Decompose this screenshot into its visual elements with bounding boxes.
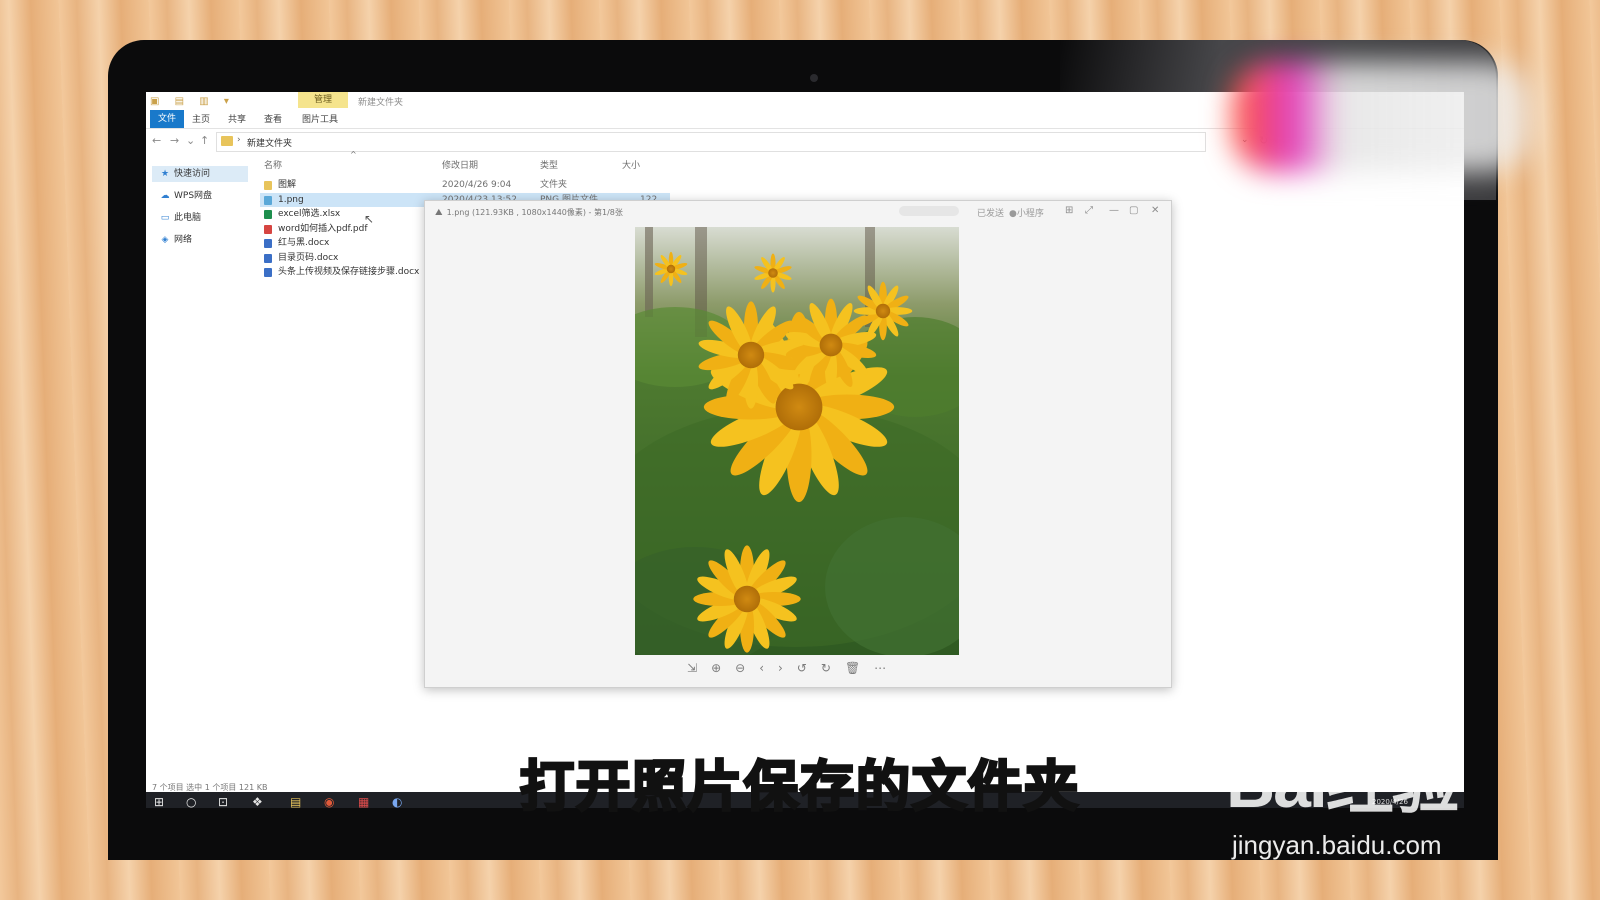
- tab-manage[interactable]: 管理: [298, 92, 348, 108]
- next-icon[interactable]: ›: [778, 661, 797, 675]
- photo-viewer-window: ⛰ 1.png (121.93KB , 1080x1440像素) - 第1/8张 …: [424, 200, 1172, 688]
- file-icon: [264, 268, 272, 277]
- file-row[interactable]: 图解 2020/4/26 9:04 文件夹: [260, 178, 670, 192]
- flower-center: [768, 268, 778, 278]
- computer-icon: ▭: [160, 213, 170, 223]
- tab-picture-tools[interactable]: 图片工具: [302, 112, 338, 125]
- zoom-out-icon[interactable]: ⊖: [735, 661, 759, 675]
- viewer-toolbar: ⇲⊕⊖‹›↺↻🗑⋯: [687, 661, 900, 675]
- file-icon: [264, 210, 272, 219]
- sidebar-item-label: 快速访问: [174, 169, 211, 179]
- network-icon: ◈: [161, 235, 169, 245]
- sidebar-item-quick-access[interactable]: ★ 快速访问: [152, 166, 248, 182]
- column-header-type[interactable]: 类型: [540, 158, 558, 171]
- file-type: 文件夹: [540, 180, 568, 190]
- rotate-left-icon[interactable]: ↺: [797, 661, 821, 675]
- back-icon[interactable]: ←: [152, 134, 161, 147]
- file-icon: [264, 181, 272, 190]
- breadcrumb[interactable]: 新建文件夹: [247, 136, 292, 149]
- cloud-icon: ☁: [160, 191, 170, 201]
- file-icon: [264, 224, 272, 234]
- file-name: 头条上传视频及保存链接步骤.docx: [278, 267, 420, 277]
- file-name: word如何插入pdf.pdf: [278, 223, 368, 234]
- viewer-title-text: 1.png (121.93KB , 1080x1440像素) - 第1/8张: [446, 208, 623, 217]
- address-bar[interactable]: › 新建文件夹 ⌄ ↻: [216, 132, 1268, 152]
- previous-icon[interactable]: ‹: [759, 661, 778, 675]
- actual-size-icon[interactable]: ⇲: [687, 661, 711, 675]
- viewer-search-pill[interactable]: [899, 206, 959, 216]
- webcam: [810, 74, 818, 82]
- column-header-name[interactable]: 名称: [264, 158, 282, 171]
- flower-photo: [635, 227, 959, 655]
- image-icon: ⛰: [435, 208, 443, 218]
- folder-icon: [221, 136, 233, 146]
- star-icon: ★: [160, 169, 170, 179]
- recent-dropdown-icon[interactable]: ⌄: [186, 134, 195, 147]
- column-header-date[interactable]: 修改日期: [442, 158, 478, 171]
- file-icon: [264, 195, 272, 205]
- watermark-url: jingyan.baidu.com: [1232, 830, 1442, 860]
- laptop-screen: ▣ ▤ ▥ ▾ 管理 新建文件夹 文件 主页 共享 查看 图片工具 ← → ⌄ …: [146, 92, 1464, 808]
- grid-icon[interactable]: ⊞: [1065, 205, 1073, 216]
- navigation-pane: ★ 快速访问 ☁ WPS网盘 ▭ 此电脑 ◈ 网络: [146, 158, 250, 778]
- sidebar-item-this-pc[interactable]: ▭ 此电脑: [152, 210, 248, 226]
- zoom-in-icon[interactable]: ⊕: [711, 661, 735, 675]
- file-icon: [264, 239, 272, 248]
- column-header-size[interactable]: 大小: [622, 158, 640, 171]
- viewer-mini-program-text: 小程序: [1016, 209, 1044, 219]
- forward-icon[interactable]: →: [170, 134, 179, 147]
- up-icon[interactable]: ↑: [200, 134, 209, 147]
- tab-share[interactable]: 共享: [228, 112, 246, 125]
- sidebar-item-network[interactable]: ◈ 网络: [152, 232, 248, 248]
- flower-center: [819, 333, 843, 357]
- file-date: 2020/4/26 9:04: [442, 180, 512, 190]
- flower-center: [737, 341, 765, 369]
- flower-center: [666, 264, 676, 274]
- more-icon[interactable]: ⋯: [874, 661, 900, 675]
- file-icon: [264, 253, 272, 263]
- file-name: 红与黑.docx: [278, 238, 330, 248]
- quick-access-icons[interactable]: ▣ ▤ ▥ ▾: [150, 96, 235, 107]
- viewer-sent-label[interactable]: 已发送: [977, 206, 1004, 219]
- flower-center: [775, 383, 823, 431]
- sidebar-item-wps-drive[interactable]: ☁ WPS网盘: [152, 188, 248, 204]
- viewer-title: ⛰ 1.png (121.93KB , 1080x1440像素) - 第1/8张: [435, 207, 623, 218]
- sort-arrow-icon: ^: [350, 150, 357, 159]
- flower-center: [733, 585, 761, 613]
- blurred-logo: [1232, 62, 1532, 172]
- breadcrumb-chevron-icon: ›: [237, 135, 241, 145]
- mouse-cursor-icon: ↖: [364, 212, 375, 226]
- file-name: excel筛选.xlsx: [278, 209, 341, 219]
- baidu-jingyan-watermark: Bai经验: [1226, 746, 1460, 822]
- minimize-button[interactable]: —: [1109, 205, 1119, 216]
- fullscreen-icon[interactable]: ⤢: [1085, 205, 1093, 216]
- rotate-right-icon[interactable]: ↻: [821, 661, 845, 675]
- tab-home[interactable]: 主页: [192, 112, 210, 125]
- tab-view[interactable]: 查看: [264, 112, 282, 125]
- close-button[interactable]: ✕: [1151, 205, 1159, 216]
- sidebar-item-label: WPS网盘: [174, 191, 213, 201]
- sidebar-item-label: 此电脑: [174, 213, 202, 223]
- dot-icon: ●: [1009, 209, 1017, 219]
- flower-photo-image: [635, 227, 959, 655]
- delete-icon[interactable]: 🗑: [845, 661, 874, 675]
- file-name: 目录页码.docx: [278, 252, 339, 263]
- flower-center: [875, 303, 891, 319]
- window-title: 新建文件夹: [358, 98, 404, 108]
- viewer-mini-program-label[interactable]: ●小程序: [1009, 206, 1044, 219]
- maximize-button[interactable]: ▢: [1129, 205, 1138, 216]
- file-name: 图解: [278, 180, 297, 190]
- file-name: 1.png: [278, 194, 304, 205]
- sidebar-item-label: 网络: [174, 235, 193, 245]
- tab-file[interactable]: 文件: [150, 110, 184, 128]
